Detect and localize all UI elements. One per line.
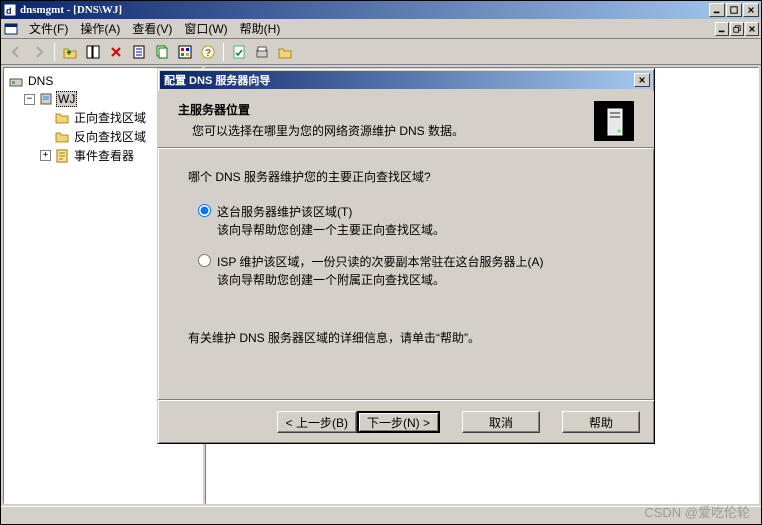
app-icon: d — [3, 3, 17, 17]
radio-this-server[interactable] — [198, 204, 211, 217]
radio-isp[interactable] — [198, 254, 211, 267]
collapse-icon[interactable]: − — [24, 94, 35, 105]
menu-help[interactable]: 帮助(H) — [234, 18, 287, 39]
server-tower-icon — [594, 101, 634, 141]
tree-server-label: WJ — [56, 91, 77, 107]
mmc-icon[interactable] — [3, 21, 19, 37]
menu-file[interactable]: 文件(F) — [23, 18, 74, 39]
properties-button[interactable] — [128, 41, 150, 63]
show-hide-button[interactable] — [82, 41, 104, 63]
cancel-button[interactable]: 取消 — [462, 411, 540, 433]
wizard-header-title: 主服务器位置 — [178, 101, 594, 118]
radio-this-server-sub: 该向导帮助您创建一个主要正向查找区域。 — [217, 221, 445, 239]
radio-option-this-server[interactable]: 这台服务器维护该区域(T) 该向导帮助您创建一个主要正向查找区域。 — [198, 203, 624, 239]
menu-view[interactable]: 查看(V) — [126, 18, 178, 39]
tool-button-2[interactable] — [251, 41, 273, 63]
dns-wizard-dialog: 配置 DNS 服务器向导 主服务器位置 您可以选择在哪里为您的网络资源维护 DN… — [157, 68, 655, 444]
mdi-restore-button[interactable] — [730, 22, 744, 36]
mdi-minimize-button[interactable] — [715, 22, 729, 36]
dialog-close-button[interactable] — [634, 73, 650, 87]
radio-option-isp[interactable]: ISP 维护该区域，一份只读的次要副本常驻在这台服务器上(A) 该向导帮助您创建… — [198, 253, 624, 289]
wizard-header-subtitle: 您可以选择在哪里为您的网络资源维护 DNS 数据。 — [192, 122, 594, 139]
dialog-title-bar: 配置 DNS 服务器向导 — [160, 71, 652, 89]
delete-button[interactable] — [105, 41, 127, 63]
expand-icon[interactable]: + — [40, 150, 51, 161]
tree-forward-label: 正向查找区域 — [72, 109, 148, 126]
menu-action[interactable]: 操作(A) — [74, 18, 126, 39]
refresh-button[interactable] — [151, 41, 173, 63]
dns-icon — [8, 73, 24, 89]
minimize-button[interactable] — [709, 3, 725, 17]
svg-text:?: ? — [205, 48, 211, 59]
events-icon — [54, 148, 70, 164]
close-button[interactable] — [743, 3, 759, 17]
dialog-title-text: 配置 DNS 服务器向导 — [162, 72, 634, 88]
folder-icon — [54, 110, 70, 126]
forward-button[interactable] — [28, 41, 50, 63]
help-button[interactable]: ? — [197, 41, 219, 63]
toolbar-separator — [54, 43, 55, 61]
tree-events-label: 事件查看器 — [72, 147, 136, 164]
maximize-button[interactable] — [726, 3, 742, 17]
next-button[interactable]: 下一步(N) > — [357, 411, 440, 433]
svg-text:d: d — [6, 6, 12, 16]
toolbar: ? — [1, 39, 761, 65]
tool-button-1[interactable] — [228, 41, 250, 63]
menu-bar: 文件(F) 操作(A) 查看(V) 窗口(W) 帮助(H) — [1, 19, 761, 39]
folder-icon — [54, 129, 70, 145]
up-button[interactable] — [59, 41, 81, 63]
mdi-close-button[interactable] — [745, 22, 759, 36]
radio-this-server-label: 这台服务器维护该区域(T) — [217, 205, 352, 219]
back-button[interactable]: < 上一步(B) — [277, 411, 357, 433]
wizard-content: 哪个 DNS 服务器维护您的主要正向查找区域? 这台服务器维护该区域(T) 该向… — [158, 148, 654, 400]
wizard-question: 哪个 DNS 服务器维护您的主要正向查找区域? — [188, 168, 624, 185]
back-button[interactable] — [5, 41, 27, 63]
server-icon — [38, 91, 54, 107]
help-button[interactable]: 帮助 — [562, 411, 640, 433]
export-button[interactable] — [174, 41, 196, 63]
wizard-header: 主服务器位置 您可以选择在哪里为您的网络资源维护 DNS 数据。 — [158, 91, 654, 148]
menu-window[interactable]: 窗口(W) — [178, 18, 233, 39]
toolbar-separator — [223, 43, 224, 61]
tool-button-3[interactable] — [274, 41, 296, 63]
status-bar — [1, 506, 761, 524]
tree-root-label: DNS — [26, 74, 55, 88]
radio-isp-sub: 该向导帮助您创建一个附属正向查找区域。 — [217, 271, 543, 289]
main-title-bar: d dnsmgmt - [DNS\WJ] — [1, 1, 761, 19]
tree-reverse-label: 反向查找区域 — [72, 128, 148, 145]
wizard-hint: 有关维护 DNS 服务器区域的详细信息，请单击“帮助”。 — [188, 329, 624, 346]
radio-isp-label: ISP 维护该区域，一份只读的次要副本常驻在这台服务器上(A) — [217, 255, 543, 269]
main-title-text: dnsmgmt - [DNS\WJ] — [20, 4, 709, 16]
wizard-buttons: < 上一步(B) 下一步(N) > 取消 帮助 — [158, 400, 654, 443]
